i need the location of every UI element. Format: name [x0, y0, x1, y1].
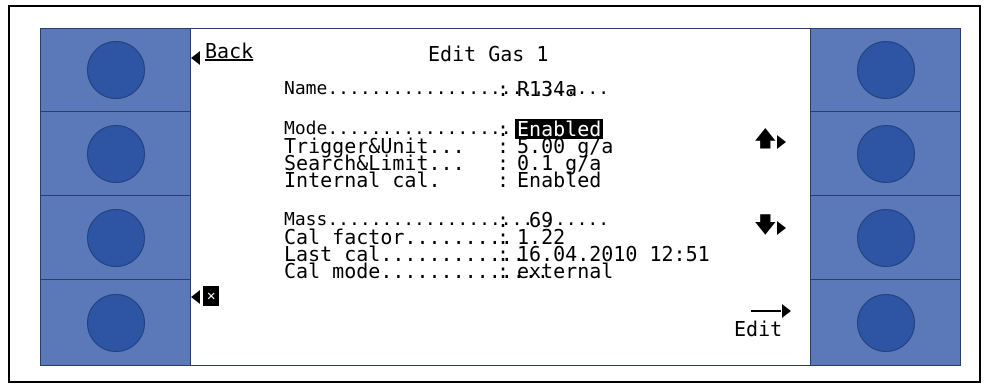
softkey-right-4[interactable] — [811, 281, 960, 364]
back-arrow-icon — [191, 51, 200, 65]
delete-pointer-icon — [191, 290, 200, 304]
softkey-button[interactable] — [856, 125, 915, 183]
back-label[interactable]: Back — [205, 41, 253, 61]
field-colon: : — [497, 77, 510, 101]
softkey-button[interactable] — [86, 209, 145, 267]
display-screen: Back Edit Gas 1 Name....................… — [191, 28, 810, 366]
softkey-button[interactable] — [86, 293, 145, 352]
softkey-right-3[interactable] — [811, 197, 960, 280]
left-softkey-panel — [40, 28, 191, 366]
softkey-button[interactable] — [856, 293, 915, 352]
up-pointer-icon — [777, 135, 786, 149]
up-arrow-icon: 🡅 — [754, 127, 777, 152]
softkey-left-3[interactable] — [41, 197, 190, 280]
field-value-name: R134a — [517, 77, 578, 101]
edit-label[interactable]: Edit — [734, 319, 782, 339]
edit-arrow-icon — [782, 304, 791, 318]
softkey-right-2[interactable] — [811, 113, 960, 196]
softkey-left-2[interactable] — [41, 113, 190, 196]
delete-icon[interactable]: ✕ — [203, 286, 220, 306]
field-value-cal-mode: external — [517, 259, 614, 283]
down-pointer-icon — [777, 221, 786, 235]
page-title: Edit Gas 1 — [428, 42, 549, 66]
softkey-button[interactable] — [856, 41, 915, 99]
field-value-internal-cal: Enabled — [517, 168, 602, 192]
down-arrow-icon: 🡇 — [754, 213, 777, 238]
right-softkey-panel — [810, 28, 961, 366]
softkey-button[interactable] — [86, 125, 145, 183]
softkey-right-1[interactable] — [811, 29, 960, 112]
softkey-button[interactable] — [856, 209, 915, 267]
field-label-cal-mode: Cal mode.............. — [284, 259, 549, 283]
field-label-internal-cal: Internal cal. — [284, 168, 441, 192]
field-colon: : — [497, 168, 510, 192]
softkey-left-4[interactable] — [41, 281, 190, 364]
field-colon: : — [497, 259, 510, 283]
softkey-left-1[interactable] — [41, 29, 190, 112]
edit-underline — [751, 310, 781, 312]
softkey-button[interactable] — [86, 41, 145, 99]
